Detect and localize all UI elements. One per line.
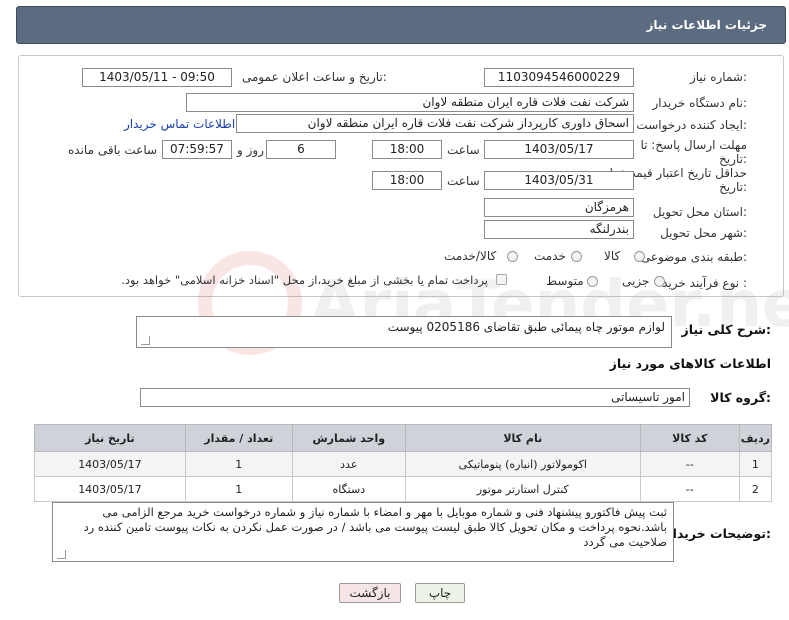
buyer-notes-label: توضیحات خریدار: xyxy=(665,526,771,541)
cell-unit: عدد xyxy=(291,451,406,477)
buyer-org-field: شرکت نفت فلات قاره ایران منطقه لاوان xyxy=(186,93,634,112)
reply-time-field: 18:00 xyxy=(372,140,442,159)
cell-unit: دستگاه xyxy=(291,476,406,502)
city-label: شهر محل تحویل: xyxy=(660,226,747,240)
cell-code: -- xyxy=(639,451,740,477)
goods-section-title: اطلاعات کالاهای مورد نیاز xyxy=(609,356,771,371)
price-time-field: 18:00 xyxy=(372,171,442,190)
notes-resize-handle[interactable] xyxy=(57,550,66,559)
cell-name: کنترل استارتر موتور xyxy=(404,476,641,502)
purchase-radio-medium[interactable] xyxy=(587,276,598,287)
table-row: 1 -- اکومولاتور (انباره) پنوماتیکی عدد 1… xyxy=(34,451,773,477)
reply-deadline-label-date: تاریخ: xyxy=(719,152,747,166)
purchase-option-medium: متوسط xyxy=(546,274,584,288)
contact-buyer-link[interactable]: اطلاعات تماس خریدار xyxy=(124,117,235,131)
category-option-goods-service: کالا/خدمت xyxy=(444,249,497,263)
goods-table: ردیف کد کالا نام کالا واحد شمارش تعداد /… xyxy=(34,424,773,502)
price-date-field: 1403/05/31 xyxy=(484,171,634,190)
col-header-date: تاریخ نیاز xyxy=(34,424,186,452)
announce-label: تاریخ و ساعت اعلان عمومی: xyxy=(242,70,387,84)
summary-field: لوازم موتور چاه پیمائی طبق تقاضای 020518… xyxy=(136,316,672,348)
table-row: 2 -- کنترل استارتر موتور دستگاه 1 1403/0… xyxy=(34,476,773,502)
goods-group-field: امور تاسیساتی xyxy=(140,388,690,407)
category-option-goods: کالا xyxy=(604,249,621,263)
cell-date: 1403/05/17 xyxy=(34,476,186,502)
table-header-row: ردیف کد کالا نام کالا واحد شمارش تعداد /… xyxy=(34,424,773,452)
reply-deadline-label: مهلت ارسال پاسخ: تا xyxy=(640,138,747,152)
category-radio-service[interactable] xyxy=(571,251,582,262)
category-label: طبقه بندی موضوعی: xyxy=(640,250,747,264)
cell-code: -- xyxy=(639,476,740,502)
col-header-name: نام کالا xyxy=(404,424,641,452)
price-validity-label-date: تاریخ: xyxy=(719,180,747,194)
cell-row-number: 1 xyxy=(738,451,773,477)
remaining-time-field: 07:59:57 xyxy=(162,140,232,159)
summary-label: شرح کلی نیاز: xyxy=(681,322,772,337)
province-label: استان محل تحویل: xyxy=(652,205,747,219)
cell-quantity: 1 xyxy=(184,451,293,477)
col-header-unit: واحد شمارش xyxy=(291,424,406,452)
announce-field: 1403/05/11 - 09:50 xyxy=(82,68,232,87)
province-field: هرمزگان xyxy=(484,198,634,217)
days-field: 6 xyxy=(266,140,336,159)
summary-resize-handle[interactable] xyxy=(141,336,150,345)
page-header: جزئیات اطلاعات نیاز xyxy=(16,6,786,44)
category-radio-goods[interactable] xyxy=(634,251,645,262)
buyer-notes-text: ثبت پیش فاکتورو پیشنهاد فنی و شماره موبا… xyxy=(83,505,667,549)
purchase-radio-minor[interactable] xyxy=(654,276,665,287)
treasury-checkbox[interactable] xyxy=(496,274,507,285)
cell-row-number: 2 xyxy=(738,476,773,502)
back-button[interactable]: بازگشت xyxy=(339,583,401,603)
remaining-label: ساعت باقی مانده xyxy=(68,143,158,157)
days-label: روز و xyxy=(237,143,264,157)
cell-name: اکومولاتور (انباره) پنوماتیکی xyxy=(404,451,641,477)
reply-time-label: ساعت xyxy=(447,143,480,157)
category-option-service: خدمت xyxy=(534,249,566,263)
purchase-option-minor: جزیی xyxy=(622,274,650,288)
cell-date: 1403/05/17 xyxy=(34,451,186,477)
buyer-notes-field: ثبت پیش فاکتورو پیشنهاد فنی و شماره موبا… xyxy=(52,502,674,562)
col-header-row-number: ردیف xyxy=(738,424,773,452)
reply-date-field: 1403/05/17 xyxy=(484,140,634,159)
summary-text: لوازم موتور چاه پیمائی طبق تقاضای 020518… xyxy=(387,320,665,334)
purchase-type-label: نوع فرآیند خرید : xyxy=(662,276,747,290)
col-header-code: کد کالا xyxy=(639,424,740,452)
cell-quantity: 1 xyxy=(184,476,293,502)
creator-field: اسحاق داوری کارپرداز شرکت نفت فلات قاره … xyxy=(236,114,634,133)
goods-group-label: گروه کالا: xyxy=(710,390,771,405)
need-number-field: 1103094546000229 xyxy=(484,68,634,87)
page-title: جزئیات اطلاعات نیاز xyxy=(646,18,767,32)
print-button[interactable]: چاپ xyxy=(415,583,465,603)
city-field: بندرلنگه xyxy=(484,220,634,239)
category-radio-goods-service[interactable] xyxy=(507,251,518,262)
treasury-note: پرداخت تمام یا بخشی از مبلغ خرید،از محل … xyxy=(121,273,488,287)
need-number-label: شماره نیاز: xyxy=(689,70,747,84)
buyer-org-label: نام دستگاه خریدار: xyxy=(652,96,748,110)
price-time-label: ساعت xyxy=(447,174,480,188)
col-header-quantity: تعداد / مقدار xyxy=(184,424,293,452)
creator-label: ایجاد کننده درخواست: xyxy=(636,118,747,132)
